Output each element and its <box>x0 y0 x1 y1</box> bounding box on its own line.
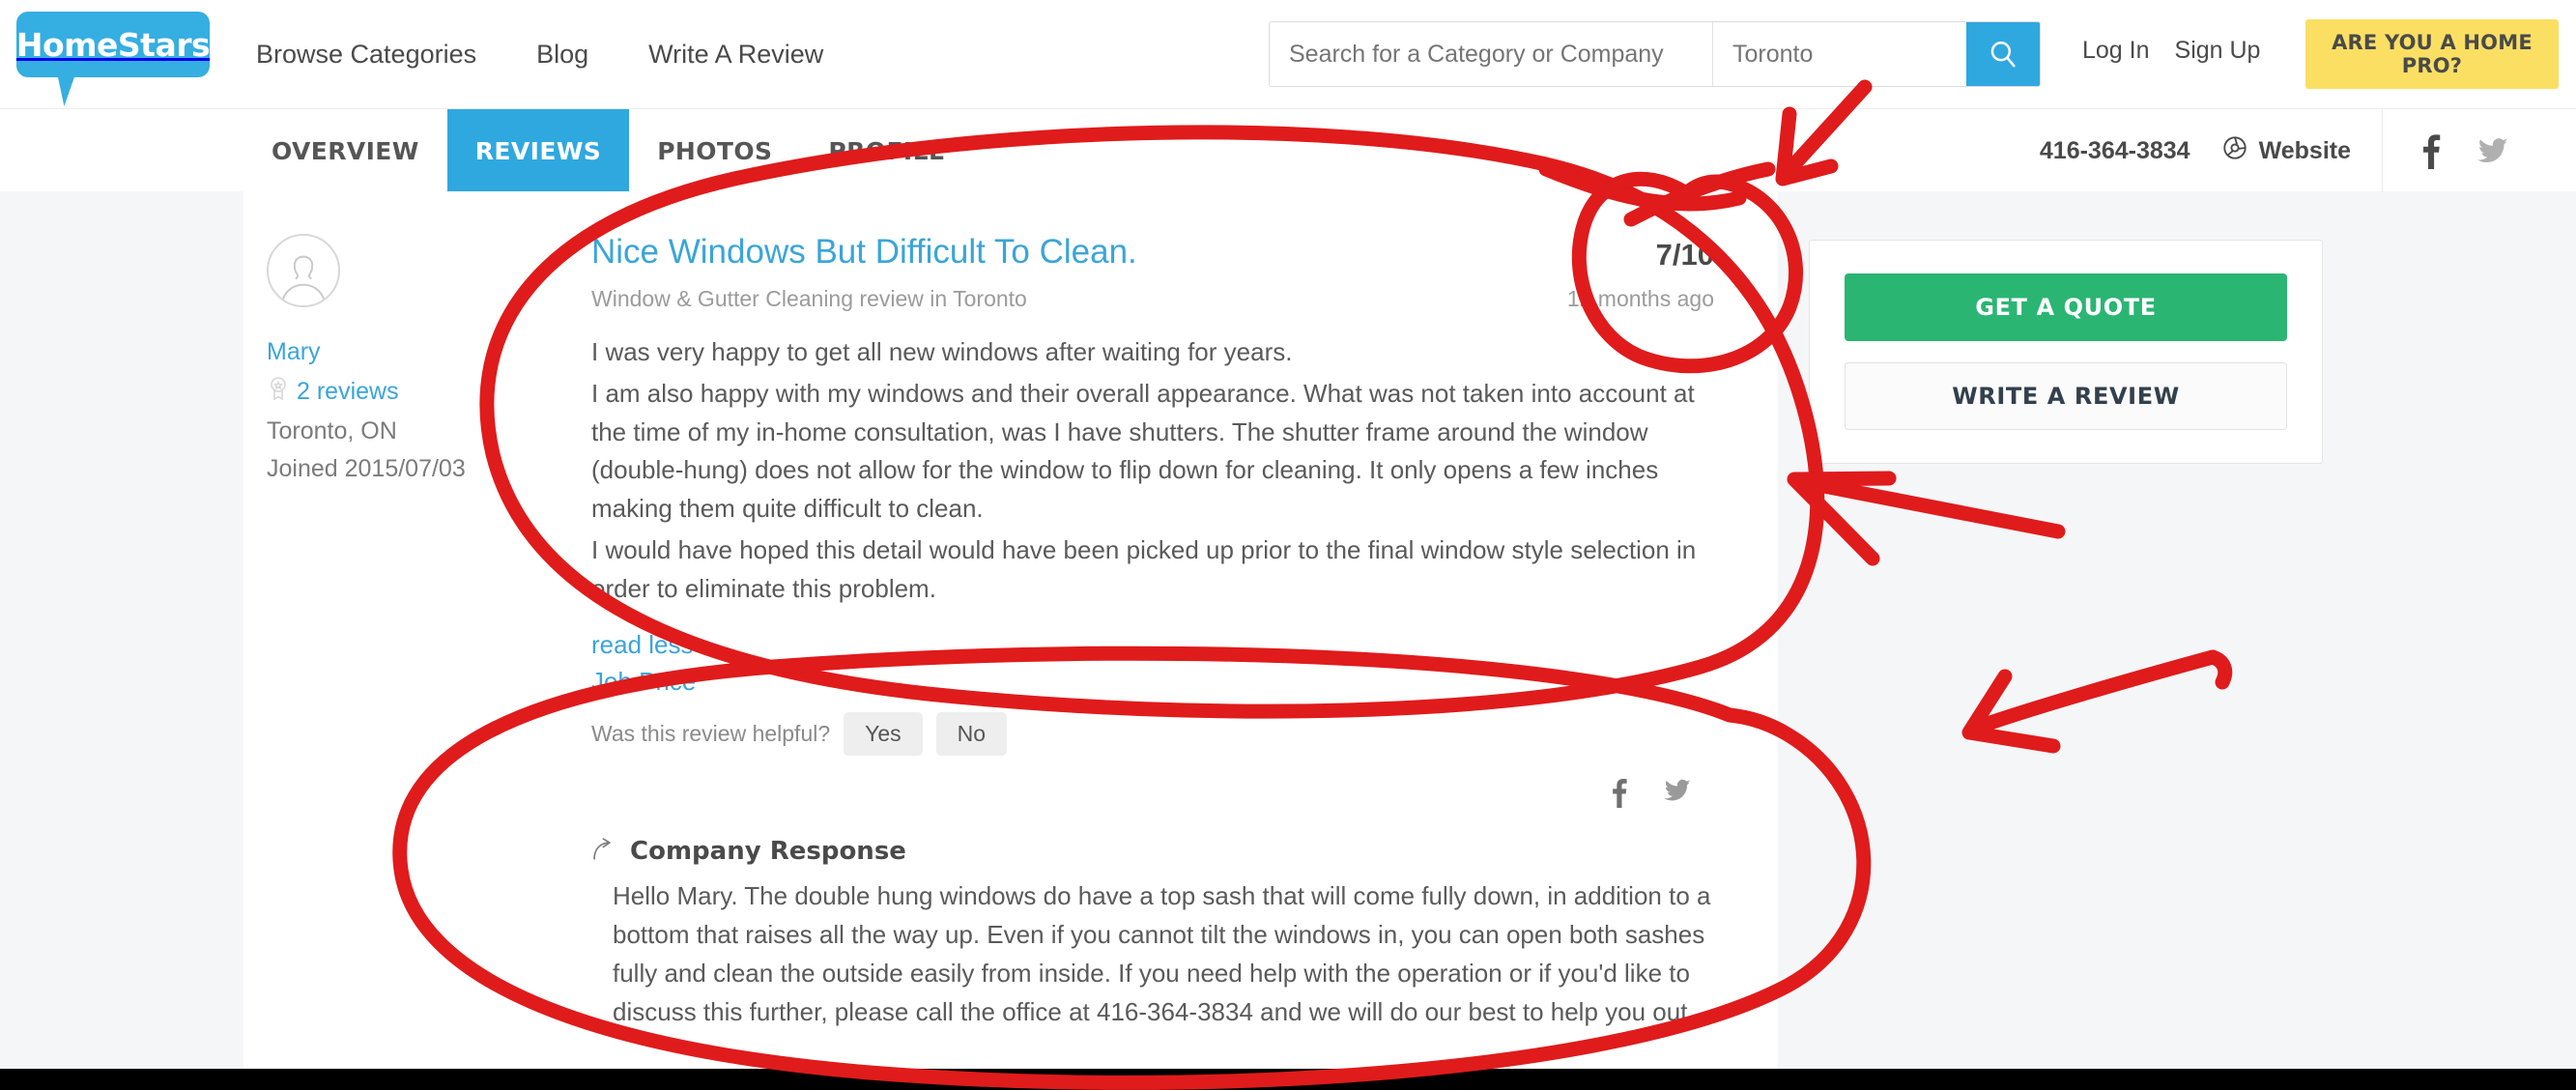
tab-profile[interactable]: PROFILE <box>800 109 973 192</box>
company-subnav: OVERVIEW REVIEWS PHOTOS PROFILE 416-364-… <box>0 108 2576 192</box>
company-phone[interactable]: 416-364-3834 <box>2040 137 2190 165</box>
facebook-icon[interactable] <box>1608 777 1629 809</box>
nav-browse-categories[interactable]: Browse Categories <box>256 40 476 70</box>
bottom-bar <box>0 1069 2576 1090</box>
review-category-line: Window & Gutter Cleaning review in Toron… <box>591 286 1027 311</box>
reviews-content-panel: Mary 2 reviews Toronto, ON Joined 2015/0… <box>243 191 1778 1090</box>
company-website-link[interactable]: Website <box>2221 134 2351 168</box>
action-sidebar: GET A QUOTE WRITE A REVIEW <box>1809 240 2323 464</box>
tab-photos[interactable]: PHOTOS <box>629 109 800 192</box>
helpful-no-button[interactable]: No <box>935 712 1008 757</box>
review-score: 7/10 <box>1655 238 1714 272</box>
reviewer-joined-date: Joined 2015/07/03 <box>267 455 466 482</box>
tab-reviews[interactable]: REVIEWS <box>446 109 630 192</box>
annotation-arrow-lower-tip <box>2205 649 2233 690</box>
reviewer-review-count-label: 2 reviews <box>297 378 399 405</box>
company-response-title: Company Response <box>630 837 906 867</box>
review-subheader: Window & Gutter Cleaning review in Toron… <box>591 286 1714 312</box>
read-less-link[interactable]: read less <box>591 630 694 660</box>
review-body: I was very happy to get all new windows … <box>591 333 1714 608</box>
review-helpful-row: Was this review helpful? Yes No <box>591 712 1714 757</box>
reply-arrow-icon <box>591 838 618 866</box>
company-response-header: Company Response <box>591 837 1714 866</box>
review-main: Nice Windows But Difficult To Clean. 7/1… <box>591 233 1714 1031</box>
write-a-review-button[interactable]: WRITE A REVIEW <box>1845 362 2287 430</box>
page-root: HomeStars Browse Categories Blog Write A… <box>0 0 2576 1090</box>
review-item: Mary 2 reviews Toronto, ON Joined 2015/0… <box>243 191 1778 1031</box>
review-age: 12 months ago <box>1566 286 1714 311</box>
company-response-body: Hello Mary. The double hung windows do h… <box>613 877 1714 1031</box>
homestars-logo[interactable]: HomeStars <box>15 12 211 77</box>
search-location-input[interactable] <box>1713 22 1966 86</box>
action-card: GET A QUOTE WRITE A REVIEW <box>1809 240 2323 464</box>
award-badge-icon <box>267 376 290 408</box>
reviewer-block: Mary 2 reviews Toronto, ON Joined 2015/0… <box>267 234 470 483</box>
logo-text: HomeStars <box>15 25 211 64</box>
review-paragraph: I was very happy to get all new windows … <box>591 337 1293 366</box>
sign-up-link[interactable]: Sign Up <box>2175 37 2261 65</box>
top-header: HomeStars Browse Categories Blog Write A… <box>0 0 2576 108</box>
annotation-arrow-middle-head <box>1787 471 1897 566</box>
review-paragraph: I would have hoped this detail would hav… <box>591 534 1697 603</box>
reviewer-location: Toronto, ON <box>267 417 397 445</box>
main-navigation: Browse Categories Blog Write A Review <box>256 0 883 108</box>
nav-write-a-review[interactable]: Write A Review <box>648 40 823 70</box>
website-label: Website <box>2258 136 2351 164</box>
helpful-question: Was this review helpful? <box>591 721 831 747</box>
company-response-text: Hello Mary. The double hung windows do h… <box>613 881 1711 1026</box>
annotation-arrow-middle <box>1791 473 2066 539</box>
get-a-quote-button[interactable]: GET A QUOTE <box>1845 273 2287 341</box>
left-gutter <box>0 191 243 1090</box>
job-price-link[interactable]: Job Price <box>591 667 1714 697</box>
review-header: Nice Windows But Difficult To Clean. 7/1… <box>591 233 1714 272</box>
user-avatar-icon <box>267 234 340 307</box>
annotation-arrow-lower <box>1963 649 2220 737</box>
annotation-arrow-lower-head <box>1961 669 2061 754</box>
reviewer-review-count-link[interactable]: 2 reviews <box>267 376 470 408</box>
facebook-icon[interactable] <box>2418 132 2443 169</box>
auth-links: Log In Sign Up <box>2082 37 2260 65</box>
helpful-yes-button[interactable]: Yes <box>844 712 923 757</box>
reviewer-name-link[interactable]: Mary <box>267 338 470 366</box>
twitter-icon[interactable] <box>2476 135 2510 166</box>
company-tabs: OVERVIEW REVIEWS PHOTOS PROFILE <box>243 109 973 192</box>
search-button[interactable] <box>1966 22 2040 86</box>
search-bar <box>1269 21 2041 87</box>
review-share-row <box>591 777 1714 809</box>
globe-icon <box>2221 134 2248 168</box>
company-response: Company Response Hello Mary. The double … <box>591 837 1714 1031</box>
are-you-a-home-pro-button[interactable]: ARE YOU A HOME PRO? <box>2305 19 2559 89</box>
twitter-icon[interactable] <box>1662 777 1693 808</box>
contact-divider <box>2382 109 2383 192</box>
search-icon <box>1987 38 2019 71</box>
review-paragraph: I am also happy with my windows and thei… <box>591 378 1695 524</box>
review-title-link[interactable]: Nice Windows But Difficult To Clean. <box>591 233 1137 272</box>
company-contact-bar: 416-364-3834 Website <box>2040 109 2576 192</box>
tab-overview[interactable]: OVERVIEW <box>243 109 447 192</box>
search-category-input[interactable] <box>1270 22 1712 86</box>
log-in-link[interactable]: Log In <box>2082 37 2150 65</box>
nav-blog[interactable]: Blog <box>536 40 588 70</box>
